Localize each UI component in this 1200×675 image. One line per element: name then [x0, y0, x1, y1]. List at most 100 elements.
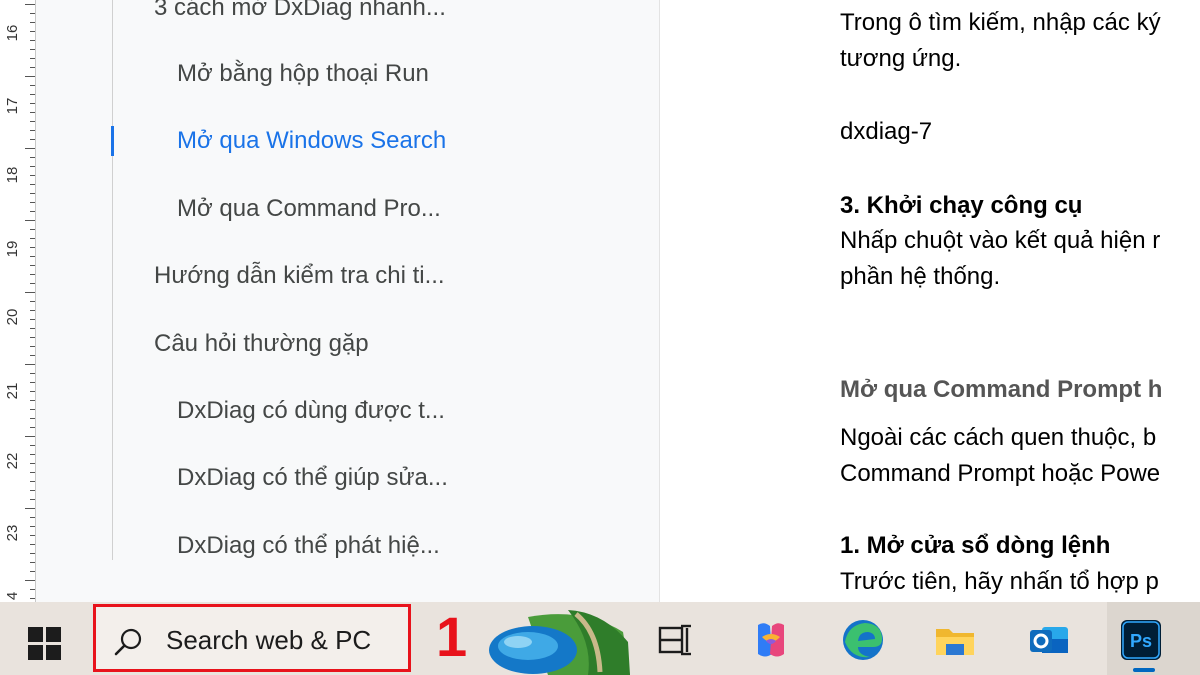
- ruler-tick: [30, 211, 35, 212]
- ruler-tick: [30, 355, 35, 356]
- ruler-tick: [30, 481, 35, 482]
- ruler-tick: [30, 427, 35, 428]
- outline-item[interactable]: Câu hỏi thường gặp: [154, 329, 369, 359]
- ruler-tick: [30, 463, 35, 464]
- ruler-number: 20: [4, 308, 21, 326]
- ruler-number: 21: [4, 382, 21, 400]
- doc-paragraph: Command Prompt hoặc Powe: [840, 460, 1161, 487]
- outlook-icon[interactable]: [1026, 617, 1072, 663]
- ruler-tick: [30, 49, 35, 50]
- ruler-tick: [30, 418, 35, 419]
- ruler-tick: [30, 139, 35, 140]
- ruler-tick: [30, 175, 35, 176]
- outline-guide-line: [112, 0, 113, 560]
- ruler-tick: [30, 337, 35, 338]
- document-body[interactable]: Trong ô tìm kiếm, nhập các ký tương ứng.…: [661, 0, 1200, 602]
- ruler-tick: [30, 517, 35, 518]
- ruler-tick: [25, 4, 35, 5]
- ruler-tick: [25, 364, 35, 365]
- ruler-tick: [30, 256, 35, 257]
- doc-paragraph: dxdiag-7: [840, 118, 933, 145]
- outline-item[interactable]: Mở qua Command Pro...: [177, 194, 441, 224]
- task-view-icon[interactable]: [652, 617, 698, 663]
- ruler-tick: [30, 247, 35, 248]
- ruler-tick: [25, 148, 35, 149]
- ruler-tick: [30, 328, 35, 329]
- windows-start-icon[interactable]: [28, 627, 62, 661]
- ruler-tick: [30, 103, 35, 104]
- outline-item[interactable]: Hướng dẫn kiểm tra chi ti...: [154, 261, 445, 291]
- search-highlight-image-icon[interactable]: [488, 602, 630, 675]
- ruler-tick: [30, 13, 35, 14]
- doc-paragraph: Nhấp chuột vào kết quả hiện r: [840, 227, 1161, 254]
- ruler-tick: [30, 112, 35, 113]
- ruler-tick: [30, 346, 35, 347]
- photoshop-icon[interactable]: Ps: [1118, 617, 1164, 663]
- active-app-indicator: [1133, 668, 1155, 672]
- ruler-tick: [30, 283, 35, 284]
- search-icon: [114, 628, 142, 656]
- ruler-tick: [30, 265, 35, 266]
- doc-heading: 3. Khởi chạy công cụ: [840, 192, 1083, 219]
- document-outline-panel: 3 cách mở DxDiag nhanh... Mở bằng hộp th…: [36, 0, 660, 602]
- ruler-tick: [25, 220, 35, 221]
- ruler-tick: [30, 598, 35, 599]
- edge-icon[interactable]: [840, 617, 886, 663]
- ruler-tick: [25, 436, 35, 437]
- ruler-tick: [30, 526, 35, 527]
- ruler-tick: [30, 184, 35, 185]
- search-placeholder: Search web & PC: [166, 625, 372, 655]
- outline-item[interactable]: DxDiag có thể phát hiệ...: [177, 531, 440, 561]
- ruler-tick: [25, 580, 35, 581]
- outline-item[interactable]: 3 cách mở DxDiag nhanh...: [154, 0, 446, 23]
- taskbar: Search web & PC 1 Ps: [0, 602, 1200, 675]
- doc-paragraph: Trong ô tìm kiếm, nhập các ký: [840, 9, 1161, 36]
- ruler-tick: [30, 544, 35, 545]
- outline-item-active[interactable]: Mở qua Windows Search: [177, 126, 446, 156]
- ruler-tick: [30, 301, 35, 302]
- ruler-tick: [30, 58, 35, 59]
- doc-paragraph: Ngoài các cách quen thuộc, b: [840, 424, 1157, 451]
- ruler-number: 23: [4, 524, 21, 542]
- outline-item[interactable]: DxDiag có dùng được t...: [177, 396, 445, 426]
- doc-paragraph: tương ứng.: [840, 45, 962, 72]
- ruler-tick: [30, 94, 35, 95]
- ruler-number: 18: [4, 166, 21, 184]
- ruler-number: 16: [4, 24, 21, 42]
- ruler-tick: [30, 157, 35, 158]
- ruler-tick: [30, 382, 35, 383]
- ruler-tick: [30, 31, 35, 32]
- ruler-tick: [30, 562, 35, 563]
- ruler-tick: [30, 553, 35, 554]
- ruler-tick: [30, 499, 35, 500]
- outline-item[interactable]: DxDiag có thể giúp sửa...: [177, 463, 448, 493]
- ruler-tick: [25, 292, 35, 293]
- copilot-icon[interactable]: [748, 617, 794, 663]
- ruler-tick: [30, 130, 35, 131]
- ruler-tick: [30, 310, 35, 311]
- outline-item[interactable]: Mở bằng hộp thoại Run: [177, 59, 429, 89]
- ruler-number: 19: [4, 240, 21, 258]
- taskbar-search-box[interactable]: Search web & PC: [93, 604, 411, 672]
- doc-subheading: Mở qua Command Prompt h: [840, 376, 1163, 403]
- ruler-tick: [30, 391, 35, 392]
- ruler-tick: [30, 85, 35, 86]
- ruler-tick: [30, 229, 35, 230]
- ruler-tick: [30, 454, 35, 455]
- doc-paragraph: Trước tiên, hãy nhấn tổ hợp p: [840, 568, 1159, 595]
- ruler-number: 17: [4, 97, 21, 115]
- doc-heading: 1. Mở cửa sổ dòng lệnh: [840, 532, 1111, 559]
- ruler-number: 22: [4, 452, 21, 470]
- ruler-tick: [25, 76, 35, 77]
- ruler-tick: [30, 238, 35, 239]
- ruler-tick: [30, 445, 35, 446]
- ruler-tick: [30, 409, 35, 410]
- annotation-step-number: 1: [436, 605, 468, 668]
- file-explorer-icon[interactable]: [932, 617, 978, 663]
- ruler-tick: [30, 400, 35, 401]
- ruler-tick: [30, 535, 35, 536]
- ruler-tick: [30, 40, 35, 41]
- ruler-tick: [30, 472, 35, 473]
- ruler-tick: [25, 508, 35, 509]
- ruler-tick: [30, 193, 35, 194]
